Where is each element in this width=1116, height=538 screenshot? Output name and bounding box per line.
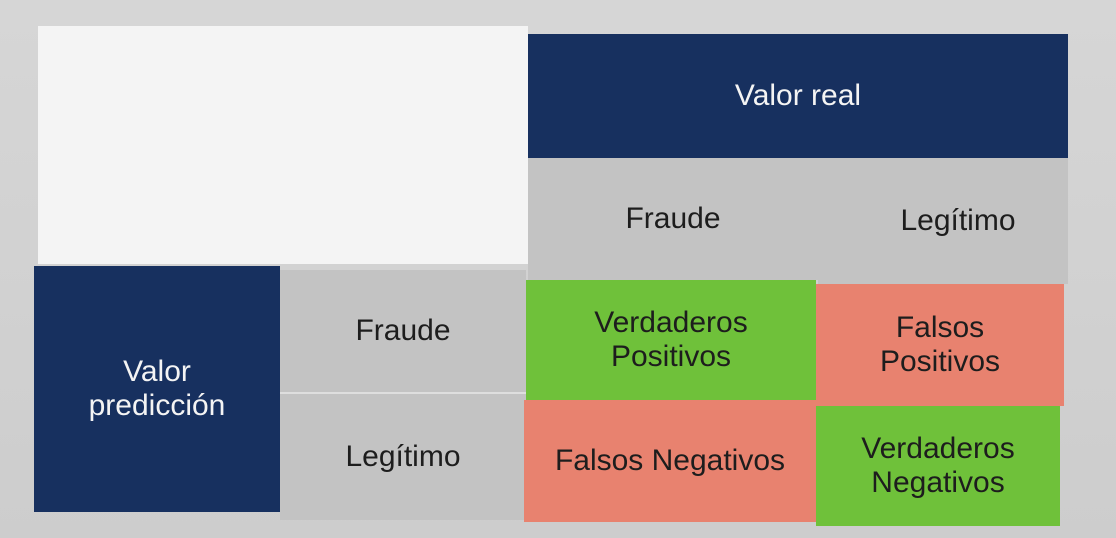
actual-class-legitimo: Legítimo: [818, 158, 1068, 284]
predicted-value-header-line1: Valor: [123, 354, 191, 388]
true-positives-line1: Verdaderos: [594, 305, 748, 339]
predicted-value-header-line2: predicción: [88, 389, 226, 422]
true-positives-cell: Verdaderos Positivos: [526, 280, 816, 400]
false-negatives-label: Falsos Negativos: [554, 443, 786, 477]
predicted-class-legitimo-label: Legítimo: [345, 439, 461, 473]
false-positives-line1: Falsos: [895, 310, 985, 344]
matrix-corner-blank: [38, 26, 528, 264]
screenshot-page: Valor real Fraude Legítimo Valor predicc…: [0, 0, 1116, 538]
predicted-class-legitimo: Legítimo: [280, 394, 526, 520]
false-positives-cell: Falsos Positivos: [816, 284, 1064, 406]
predicted-value-header: Valor predicción: [34, 266, 280, 512]
actual-value-header-label: Valor real: [734, 78, 862, 112]
actual-class-legitimo-label: Legítimo: [900, 203, 1016, 237]
true-negatives-cell: Verdaderos Negativos: [816, 406, 1060, 526]
true-negatives-line1: Verdaderos: [861, 431, 1015, 465]
predicted-class-fraude: Fraude: [280, 270, 526, 394]
true-positives-line2: Positivos: [610, 340, 732, 373]
true-negatives-line2: Negativos: [871, 466, 1005, 499]
actual-class-fraude: Fraude: [528, 158, 818, 280]
false-negatives-cell: Falsos Negativos: [524, 400, 816, 522]
actual-class-fraude-label: Fraude: [625, 201, 721, 235]
predicted-class-fraude-label: Fraude: [355, 313, 451, 347]
false-positives-line2: Positivos: [879, 345, 1001, 378]
actual-value-header: Valor real: [528, 34, 1068, 158]
